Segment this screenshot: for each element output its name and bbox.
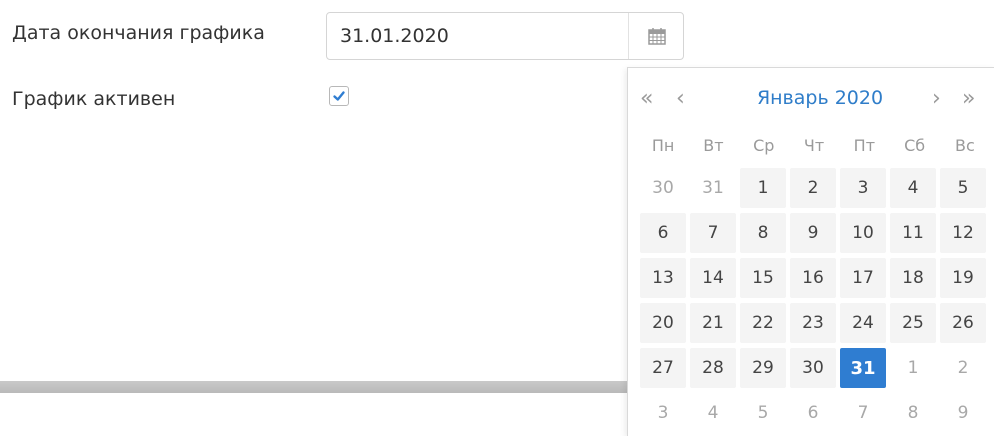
- day-cell[interactable]: 6: [640, 213, 686, 253]
- day-cell[interactable]: 8: [740, 213, 786, 253]
- day-cell[interactable]: 13: [640, 258, 686, 298]
- active-checkbox[interactable]: [329, 86, 349, 106]
- weekday-header: Пн Вт Ср Чт Пт Сб Вс: [638, 133, 990, 159]
- calendar-icon: [647, 28, 666, 45]
- weekday-label: Сб: [904, 136, 926, 155]
- day-cell[interactable]: 1: [890, 348, 936, 388]
- day-cell[interactable]: 25: [890, 303, 936, 343]
- day-cell[interactable]: 17: [840, 258, 886, 298]
- day-cell[interactable]: 14: [690, 258, 736, 298]
- day-cell[interactable]: 23: [790, 303, 836, 343]
- next-month-button[interactable]: ›: [932, 86, 941, 112]
- day-cell[interactable]: 5: [740, 393, 786, 433]
- day-cell[interactable]: 22: [740, 303, 786, 343]
- day-cell[interactable]: 7: [840, 393, 886, 433]
- day-cell[interactable]: 4: [690, 393, 736, 433]
- day-cell[interactable]: 11: [890, 213, 936, 253]
- day-cell[interactable]: 4: [890, 168, 936, 208]
- day-cell[interactable]: 6: [790, 393, 836, 433]
- weekday-label: Чт: [803, 136, 825, 155]
- weekday-label: Вс: [955, 136, 975, 155]
- month-year-title[interactable]: Январь 2020: [718, 87, 922, 109]
- day-cell[interactable]: 2: [790, 168, 836, 208]
- day-cell[interactable]: 9: [940, 393, 986, 433]
- day-cell[interactable]: 24: [840, 303, 886, 343]
- weekday-label: Ср: [753, 136, 775, 155]
- end-date-label: Дата окончания графика: [12, 22, 265, 44]
- day-cell[interactable]: 15: [740, 258, 786, 298]
- day-cell[interactable]: 16: [790, 258, 836, 298]
- day-cell[interactable]: 3: [840, 168, 886, 208]
- day-cell[interactable]: 29: [740, 348, 786, 388]
- day-cell[interactable]: 18: [890, 258, 936, 298]
- weekday-label: Пн: [651, 136, 675, 155]
- day-cell[interactable]: 26: [940, 303, 986, 343]
- horizontal-scrollbar[interactable]: [0, 381, 640, 393]
- next-year-button[interactable]: »: [962, 86, 975, 112]
- weekday-label: Вт: [703, 136, 724, 155]
- end-date-field: [326, 12, 684, 60]
- datepicker-popup: « ‹ Январь 2020 › » Пн Вт Ср Чт Пт Сб Вс…: [627, 67, 994, 436]
- day-cell[interactable]: 31: [690, 168, 736, 208]
- day-cell[interactable]: 20: [640, 303, 686, 343]
- end-date-input[interactable]: [327, 13, 627, 59]
- day-cell[interactable]: 28: [690, 348, 736, 388]
- day-cell[interactable]: 30: [790, 348, 836, 388]
- day-cell[interactable]: 27: [640, 348, 686, 388]
- day-cell[interactable]: 3: [640, 393, 686, 433]
- day-cell-selected[interactable]: 31: [840, 348, 886, 388]
- day-cell[interactable]: 19: [940, 258, 986, 298]
- day-cell[interactable]: 9: [790, 213, 836, 253]
- day-cell[interactable]: 5: [940, 168, 986, 208]
- checkmark-icon: [333, 91, 345, 101]
- weekday-label: Пт: [853, 136, 876, 155]
- day-cell[interactable]: 2: [940, 348, 986, 388]
- day-cell[interactable]: 7: [690, 213, 736, 253]
- day-cell[interactable]: 8: [890, 393, 936, 433]
- days-grid: 30 31 1 2 3 4 5 6 7 8 9 10 11 12 13 14 15 16 17 18 19 20 21 22 2…: [640, 168, 986, 433]
- prev-month-button[interactable]: ‹: [676, 86, 685, 112]
- day-cell[interactable]: 21: [690, 303, 736, 343]
- day-cell[interactable]: 10: [840, 213, 886, 253]
- day-cell[interactable]: 12: [940, 213, 986, 253]
- calendar-button[interactable]: [628, 13, 684, 59]
- prev-year-button[interactable]: «: [640, 86, 653, 112]
- active-label: График активен: [12, 88, 176, 110]
- day-cell[interactable]: 30: [640, 168, 686, 208]
- day-cell[interactable]: 1: [740, 168, 786, 208]
